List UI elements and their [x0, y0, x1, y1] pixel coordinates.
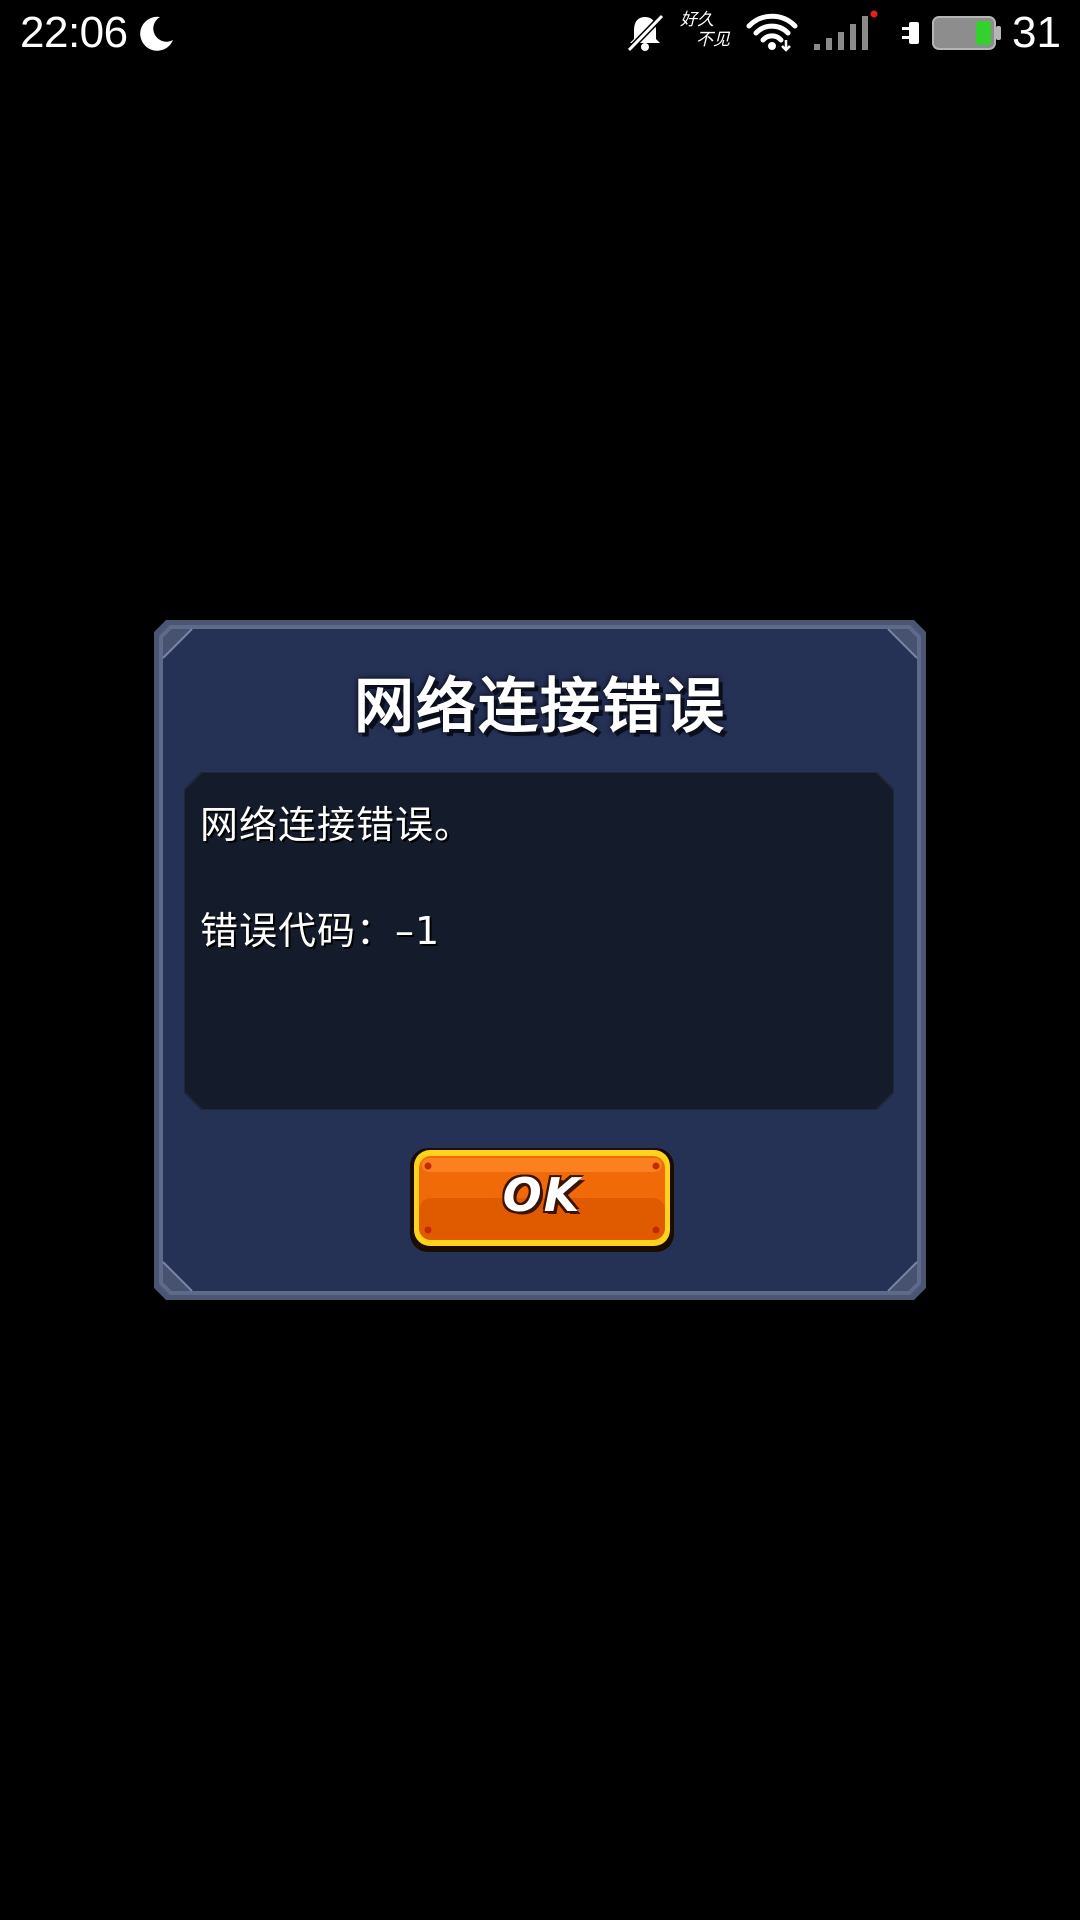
dialog-title: 网络连接错误	[354, 672, 726, 742]
error-message: 网络连接错误。	[200, 803, 474, 847]
ok-button[interactable]: OK	[408, 1146, 676, 1254]
battery-icon	[932, 16, 1001, 50]
carrier-line-1: 好久	[680, 10, 714, 30]
status-time: 22:06	[20, 8, 128, 57]
screen: 22:06 好久 不见 31 网络连接错误 网络连接错误。 错误代码：–1 OK	[0, 0, 1080, 1920]
carrier-line-2: 不见	[696, 30, 730, 50]
signal-icon	[814, 10, 878, 50]
wifi-icon	[746, 13, 798, 52]
moon-icon	[140, 16, 173, 51]
carrier-label: 好久 不见	[680, 10, 736, 54]
charging-plug-icon	[902, 22, 919, 44]
network-error-dialog: 网络连接错误 网络连接错误。 错误代码：–1 OK	[154, 620, 926, 1300]
message-box: 网络连接错误。 错误代码：–1	[184, 772, 894, 1110]
error-code: 错误代码：–1	[200, 909, 441, 953]
ok-button-label: OK	[502, 1168, 582, 1222]
status-bar: 22:06 好久 不见 31	[0, 0, 1080, 66]
bell-muted-icon	[626, 13, 665, 53]
battery-level: 31	[1012, 8, 1061, 57]
